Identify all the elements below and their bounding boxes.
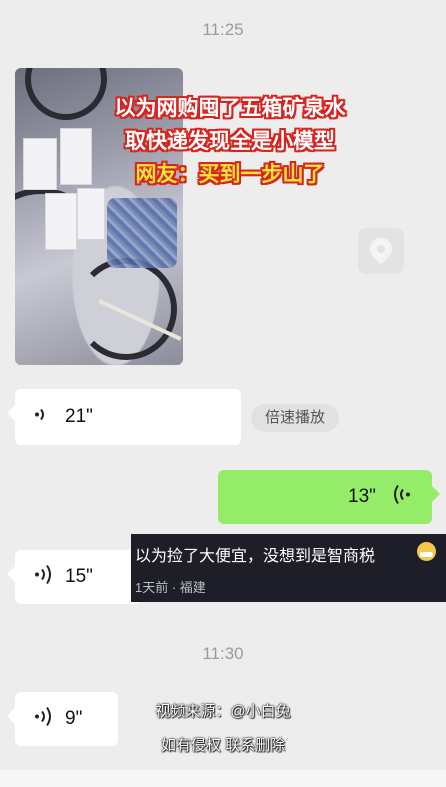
voice-message[interactable]: 15" (7, 550, 140, 604)
copyright-notice: 如有侵权 联系删除 (160, 737, 286, 754)
voice-duration: 21" (65, 406, 93, 427)
voice-wave-icon (390, 482, 412, 513)
timestamp: 11:30 (202, 644, 244, 663)
timestamp: 11:25 (202, 20, 244, 39)
voice-message[interactable]: 13" (218, 470, 440, 524)
speed-playback-button[interactable]: 倍速播放 (251, 404, 339, 432)
headline-line-1: 以为网购囤了五箱矿泉水 (114, 97, 346, 120)
voice-wave-icon (33, 562, 55, 593)
voice-message[interactable]: 21" (7, 389, 241, 445)
location-pin-icon (358, 228, 404, 274)
voice-wave-icon (34, 405, 48, 430)
comment-meta: 1天前 · 福建 (135, 580, 206, 595)
voice-duration: 15" (65, 566, 93, 587)
grin-emoji-icon (417, 542, 436, 561)
input-bar (0, 770, 446, 787)
video-source-watermark: 视频来源：@小白兔 (155, 703, 291, 720)
headline-line-2: 取快递发现全是小模型 (125, 130, 335, 153)
comment-overlay: 以为捡了大便宜，没想到是智商税 1天前 · 福建 (131, 534, 446, 602)
headline-line-3: 网友：买到一步山了 (135, 163, 325, 186)
voice-duration: 13" (348, 486, 376, 507)
comment-text: 以为捡了大便宜，没想到是智商税 (135, 548, 376, 565)
